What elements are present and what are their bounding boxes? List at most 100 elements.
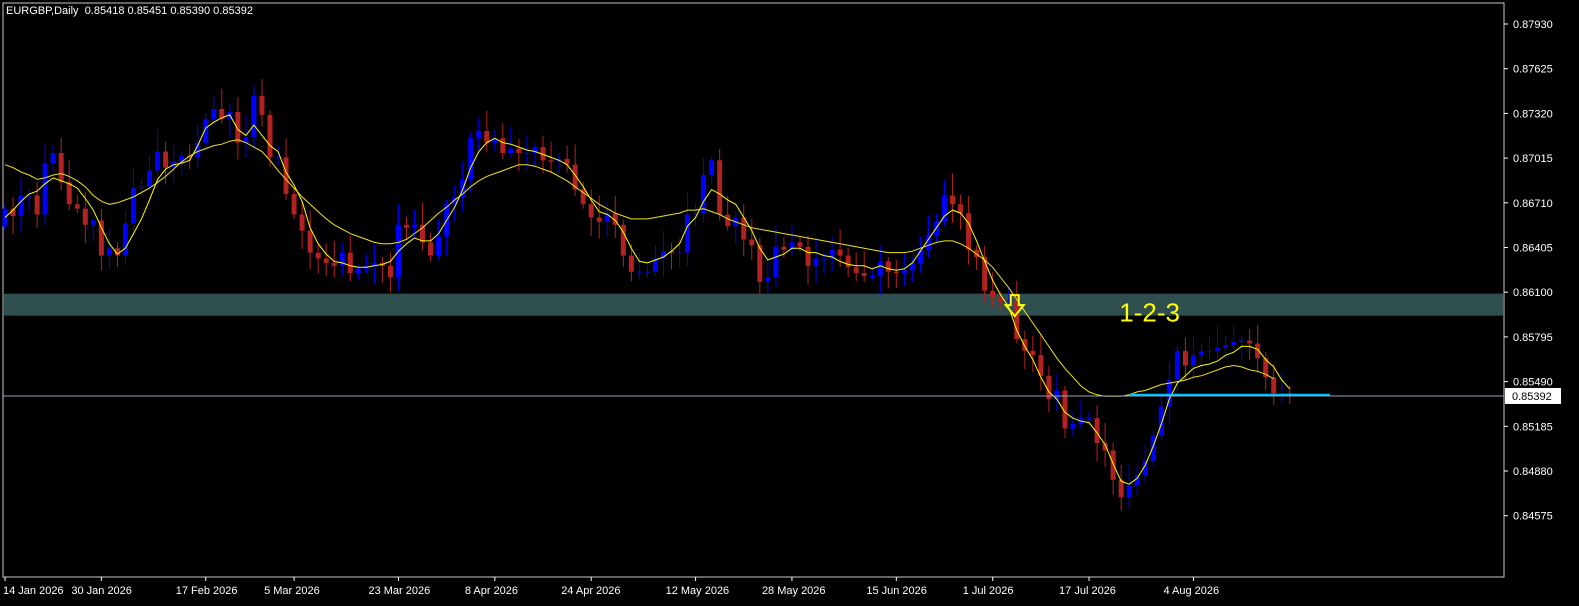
candle-body <box>524 152 530 154</box>
candle-body <box>725 214 731 227</box>
candle-body <box>636 271 642 273</box>
candle-body <box>950 195 956 205</box>
candle-body <box>1086 418 1092 420</box>
resistance-zone <box>4 293 1503 316</box>
candle-body <box>845 255 851 268</box>
date-tick-label: 4 Aug 2026 <box>1163 585 1219 597</box>
candle-body <box>155 151 161 171</box>
candle-body <box>821 258 827 260</box>
date-tick-label: 17 Jul 2026 <box>1059 585 1116 597</box>
candle-body <box>387 265 393 278</box>
candle-body <box>106 248 112 256</box>
symbol-label: EURGBP <box>6 5 52 17</box>
candle-body <box>1134 475 1140 486</box>
price-tick-label: 0.85490 <box>1513 377 1553 389</box>
price-tick-label: 0.87015 <box>1513 153 1553 165</box>
candle-body <box>1174 350 1180 381</box>
candle-body <box>765 277 771 282</box>
candle-body <box>901 270 907 274</box>
candle-body <box>1110 450 1116 480</box>
candle-body <box>548 160 554 162</box>
chart-header: EURGBP,Daily 0.85418 0.85451 0.85390 0.8… <box>6 5 253 17</box>
candle-body <box>958 204 964 214</box>
candle-body <box>299 214 305 231</box>
low-price: 0.85390 <box>170 5 211 17</box>
candle-body <box>347 252 353 274</box>
candle-body <box>42 163 48 215</box>
date-tick-label: 23 Mar 2026 <box>368 585 430 597</box>
candle-body <box>685 214 691 253</box>
candle-body <box>1231 342 1237 345</box>
candle-body <box>1190 355 1196 366</box>
candle-body <box>331 262 337 266</box>
price-tick-label: 0.84880 <box>1513 466 1553 478</box>
candle-body <box>428 242 434 256</box>
price-tick-label: 0.85795 <box>1513 332 1553 344</box>
date-tick-label: 12 May 2026 <box>666 585 730 597</box>
candle-body <box>1126 485 1132 498</box>
candle-body <box>837 249 843 256</box>
candle-body <box>291 194 297 215</box>
candle-body <box>1030 350 1036 356</box>
candle-body <box>315 252 321 259</box>
candle-body <box>1150 435 1156 461</box>
candle-body <box>500 138 506 153</box>
candle-body <box>50 152 56 164</box>
date-tick-label: 24 Apr 2026 <box>561 585 620 597</box>
candle-body <box>508 148 514 153</box>
date-tick-label: 1 Jul 2026 <box>963 585 1014 597</box>
candle-body <box>98 220 104 256</box>
price-tick-label: 0.86100 <box>1513 287 1553 299</box>
close-price: 0.85392 <box>213 5 253 17</box>
candle-body <box>588 204 594 218</box>
candle-body <box>1207 350 1212 352</box>
candle-body <box>990 290 996 299</box>
candle-body <box>1158 406 1164 436</box>
candle-body <box>893 271 899 274</box>
candle-body <box>90 220 96 225</box>
candle-body <box>66 182 72 205</box>
candle-body <box>34 195 40 215</box>
date-tick-label: 15 Jun 2026 <box>866 585 927 597</box>
price-tick-label: 0.84575 <box>1513 511 1553 523</box>
candle-body <box>773 246 779 278</box>
price-tick-label: 0.86405 <box>1513 243 1553 255</box>
candle-body <box>130 188 136 224</box>
candle-body <box>436 236 442 256</box>
price-chart[interactable]: 1-2-3 0.87930 0.87625 0.87320 0.87015 0.86710… <box>0 0 1579 606</box>
candle-body <box>781 246 787 250</box>
pattern-label: 1-2-3 <box>1119 298 1180 328</box>
date-tick-label: 8 Apr 2026 <box>465 585 518 597</box>
candle-body <box>1182 350 1188 366</box>
candle-body <box>1198 350 1204 356</box>
candle-body <box>147 170 153 187</box>
candle-body <box>644 271 650 273</box>
candle-body <box>355 268 361 274</box>
price-tick-label: 0.87320 <box>1513 108 1553 120</box>
candle-body <box>163 151 169 168</box>
candle-body <box>677 252 683 254</box>
candle-body <box>1239 340 1245 343</box>
candle-body <box>211 109 217 120</box>
date-tick-label: 14 Jan 2026 <box>3 585 64 597</box>
candle-body <box>74 204 80 209</box>
candle-body <box>885 261 891 272</box>
candle-body <box>813 258 819 266</box>
candle-body <box>1166 380 1172 407</box>
candle-body <box>259 95 265 115</box>
date-tick-label: 30 Jan 2026 <box>71 585 132 597</box>
candle-body <box>805 246 811 266</box>
candle-body <box>861 273 867 277</box>
price-tick-label: 0.85185 <box>1513 421 1553 433</box>
candle-body <box>484 130 490 143</box>
candle-body <box>58 152 64 183</box>
open-price: 0.85418 <box>84 5 125 17</box>
candle-body <box>709 160 715 175</box>
candle-body <box>404 224 409 228</box>
candle-body <box>139 186 145 189</box>
candle-body <box>516 148 522 153</box>
date-tick-label: 28 May 2026 <box>762 585 826 597</box>
candle-body <box>1223 344 1229 348</box>
candle-body <box>966 213 972 250</box>
candle-body <box>1271 377 1277 394</box>
